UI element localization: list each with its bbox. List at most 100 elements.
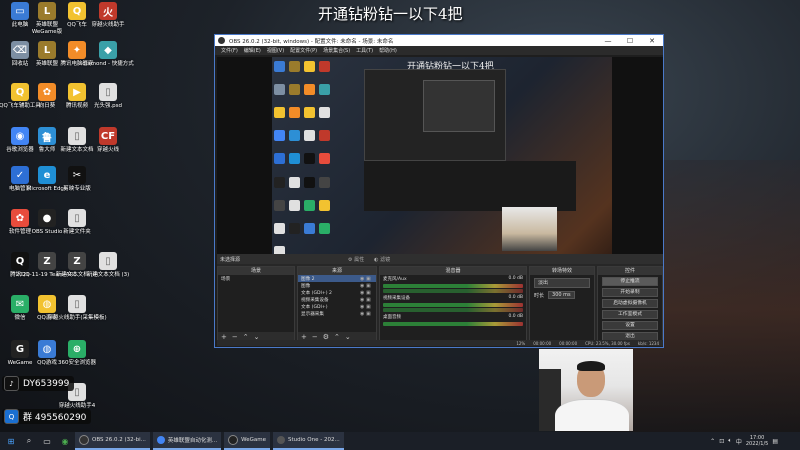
ime-icon[interactable]: 中 <box>736 437 742 446</box>
volume-meter[interactable] <box>383 284 523 288</box>
rec-time: 00:00:00 <box>559 340 578 346</box>
notification-icon[interactable]: ▤ <box>772 438 778 445</box>
desktop-icon[interactable]: ⊕ 360安全浏览器 <box>57 340 97 380</box>
visibility-lock-icons[interactable]: ◉ ▣ <box>360 311 376 317</box>
qq-game-icon: ◍ <box>38 295 56 313</box>
menu-view[interactable]: 视图(V) <box>267 47 284 54</box>
source-item[interactable]: 显示器采集 ◉ ▣ <box>298 310 376 317</box>
preview-icon <box>289 107 300 119</box>
file-icon: ▯ <box>68 209 86 227</box>
search-icon[interactable]: ⌕ <box>22 434 36 448</box>
visibility-lock-icons[interactable]: ◉ ▣ <box>360 276 376 282</box>
obs-menu-bar: 文件(F) 编辑(E) 视图(V) 配置文件(P) 场景集合(S) 工具(T) … <box>215 46 663 55</box>
studio-mode-button[interactable]: 工作室模式 <box>602 309 658 320</box>
chrome-icon <box>156 436 165 444</box>
clock[interactable]: 17:00 2022/1/5 <box>746 435 768 447</box>
chrome-taskbar-icon[interactable]: ◉ <box>58 434 72 448</box>
visibility-lock-icons[interactable]: ◉ ▣ <box>360 290 376 296</box>
preview-icon <box>289 61 300 72</box>
obs-title-bar[interactable]: OBS 26.0.2 (32-bit, windows) - 配置文件: 未命名… <box>215 35 663 46</box>
obs-dock-area: 未选择源 ⚙ 属性 ◐ 滤镜 场景 场景 + − ⌃ ⌄ 来源 图像 2 ◉ ▣ … <box>217 254 663 344</box>
qq-icon: Q <box>4 409 19 424</box>
source-item[interactable]: 图像 ◉ ▣ <box>298 282 376 289</box>
menu-scene-collection[interactable]: 场景集合(S) <box>323 47 350 54</box>
preview-icon <box>304 84 315 96</box>
volume-meter[interactable] <box>383 308 523 312</box>
volume-meter[interactable] <box>383 303 523 307</box>
browser-icon: ⊕ <box>68 340 86 358</box>
desktop-icon[interactable]: ▯ 新建文件夹 <box>57 209 97 249</box>
preview-icon <box>289 199 300 211</box>
volume-meter[interactable] <box>383 289 523 293</box>
tray-up-icon[interactable]: ⌃ <box>710 438 715 445</box>
close-button[interactable]: ✕ <box>641 35 663 46</box>
desktop-icon[interactable]: ▯ 光头强.psd <box>88 83 128 123</box>
preview-icon <box>274 107 285 119</box>
controls-panel-title: 控件 <box>598 267 662 275</box>
stop-streaming-button[interactable]: 停止推流 <box>602 276 658 287</box>
volume-icon[interactable]: 🔈︎ <box>728 437 732 445</box>
duration-input[interactable]: 300 ms <box>548 291 575 299</box>
filters-button[interactable]: ◐ 滤镜 <box>374 256 390 263</box>
start-virtual-camera-button[interactable]: 启动虚拟摄像机 <box>602 298 658 309</box>
source-item[interactable]: 图像 2 ◉ ▣ <box>298 275 376 282</box>
menu-edit[interactable]: 编辑(E) <box>244 47 261 54</box>
preview-icon <box>319 199 330 211</box>
transitions-panel: 转场特效 淡出 时长 300 ms <box>529 266 595 342</box>
desktop-icon-label: 光头强.psd <box>93 103 123 109</box>
menu-file[interactable]: 文件(F) <box>221 47 238 54</box>
menu-tools[interactable]: 工具(T) <box>356 47 373 54</box>
volume-meter[interactable] <box>383 322 523 326</box>
taskbar-app-studio-one[interactable]: Studio One - 202... <box>273 432 344 450</box>
file-icon: Z <box>38 252 56 270</box>
desktop-icon[interactable]: ▯ 穿越火线助手(采集模板) <box>47 295 107 335</box>
scene-item[interactable]: 场景 <box>218 275 294 282</box>
network-icon[interactable]: ⊡ <box>719 438 724 445</box>
preview-icon <box>274 153 285 165</box>
desktop-icon[interactable]: ◆ diamond - 快捷方式 <box>82 41 134 81</box>
desktop-icon[interactable]: 火穿越火线助手 <box>88 2 128 42</box>
menu-profile[interactable]: 配置文件(P) <box>290 47 317 54</box>
task-view-icon[interactable]: ▭ <box>40 434 54 448</box>
obs-preview-area[interactable]: 开通钻粉钻一以下4把 <box>217 57 663 287</box>
maximize-button[interactable]: ☐ <box>619 35 641 46</box>
webcam-overlay <box>539 349 633 431</box>
visibility-lock-icons[interactable]: ◉ ▣ <box>360 283 376 289</box>
preview-icon <box>319 61 330 72</box>
dropped-frames: 12% <box>516 340 526 346</box>
desktop-icon[interactable]: ▯ 新建文本文档 (3) <box>87 252 129 292</box>
visibility-lock-icons[interactable]: ◉ ▣ <box>360 297 376 303</box>
taskbar-app-chrome[interactable]: 英雄联盟自动化测... <box>152 432 222 450</box>
desktop-icon-label: 新建文件夹 <box>63 229 91 235</box>
desktop-icon-label: 腾讯视频 <box>65 103 88 109</box>
menu-help[interactable]: 帮助(H) <box>379 47 397 54</box>
desktop-icon-label: 英雄联盟 <box>35 61 58 67</box>
desktop-icon[interactable]: ✂ 剪映专业版 <box>57 166 97 206</box>
settings-button[interactable]: 设置 <box>602 320 658 331</box>
qq-game-icon: ◍ <box>38 340 56 358</box>
lol-icon: L <box>38 41 56 59</box>
source-item[interactable]: 视频采集设备 ◉ ▣ <box>298 296 376 303</box>
properties-button[interactable]: ⚙ 属性 <box>348 256 364 263</box>
preview-icon <box>274 176 285 188</box>
preview-nested-mixer <box>364 161 576 211</box>
taskbar-app-obs[interactable]: OBS 26.0.2 (32-bi... <box>75 432 150 450</box>
preview-icon <box>319 107 330 119</box>
visibility-lock-icons[interactable]: ◉ ▣ <box>360 304 376 310</box>
preview-icon <box>319 222 330 234</box>
sources-panel-title: 来源 <box>298 267 376 275</box>
obs-preview-canvas[interactable]: 开通钻粉钻一以下4把 <box>272 57 612 285</box>
obs-window[interactable]: OBS 26.0.2 (32-bit, windows) - 配置文件: 未命名… <box>214 34 664 348</box>
start-recording-button[interactable]: 开始录制 <box>602 287 658 298</box>
source-item[interactable]: 文本 (GDI+) 2 ◉ ▣ <box>298 289 376 296</box>
transition-select[interactable]: 淡出 <box>534 278 590 288</box>
qq-icon: Q <box>68 2 86 20</box>
preview-icon <box>274 84 285 96</box>
desktop-icon[interactable]: CF 穿越火线 <box>88 127 128 167</box>
taskbar-app-wegame[interactable]: WeGame <box>224 432 271 450</box>
windows-start-icon[interactable]: ⊞ <box>4 434 18 448</box>
source-item[interactable]: 文本 (GDI+) ◉ ▣ <box>298 303 376 310</box>
minimize-button[interactable]: — <box>597 35 619 46</box>
sunflower-icon: ✿ <box>38 83 56 101</box>
file-icon: ▯ <box>68 295 86 313</box>
